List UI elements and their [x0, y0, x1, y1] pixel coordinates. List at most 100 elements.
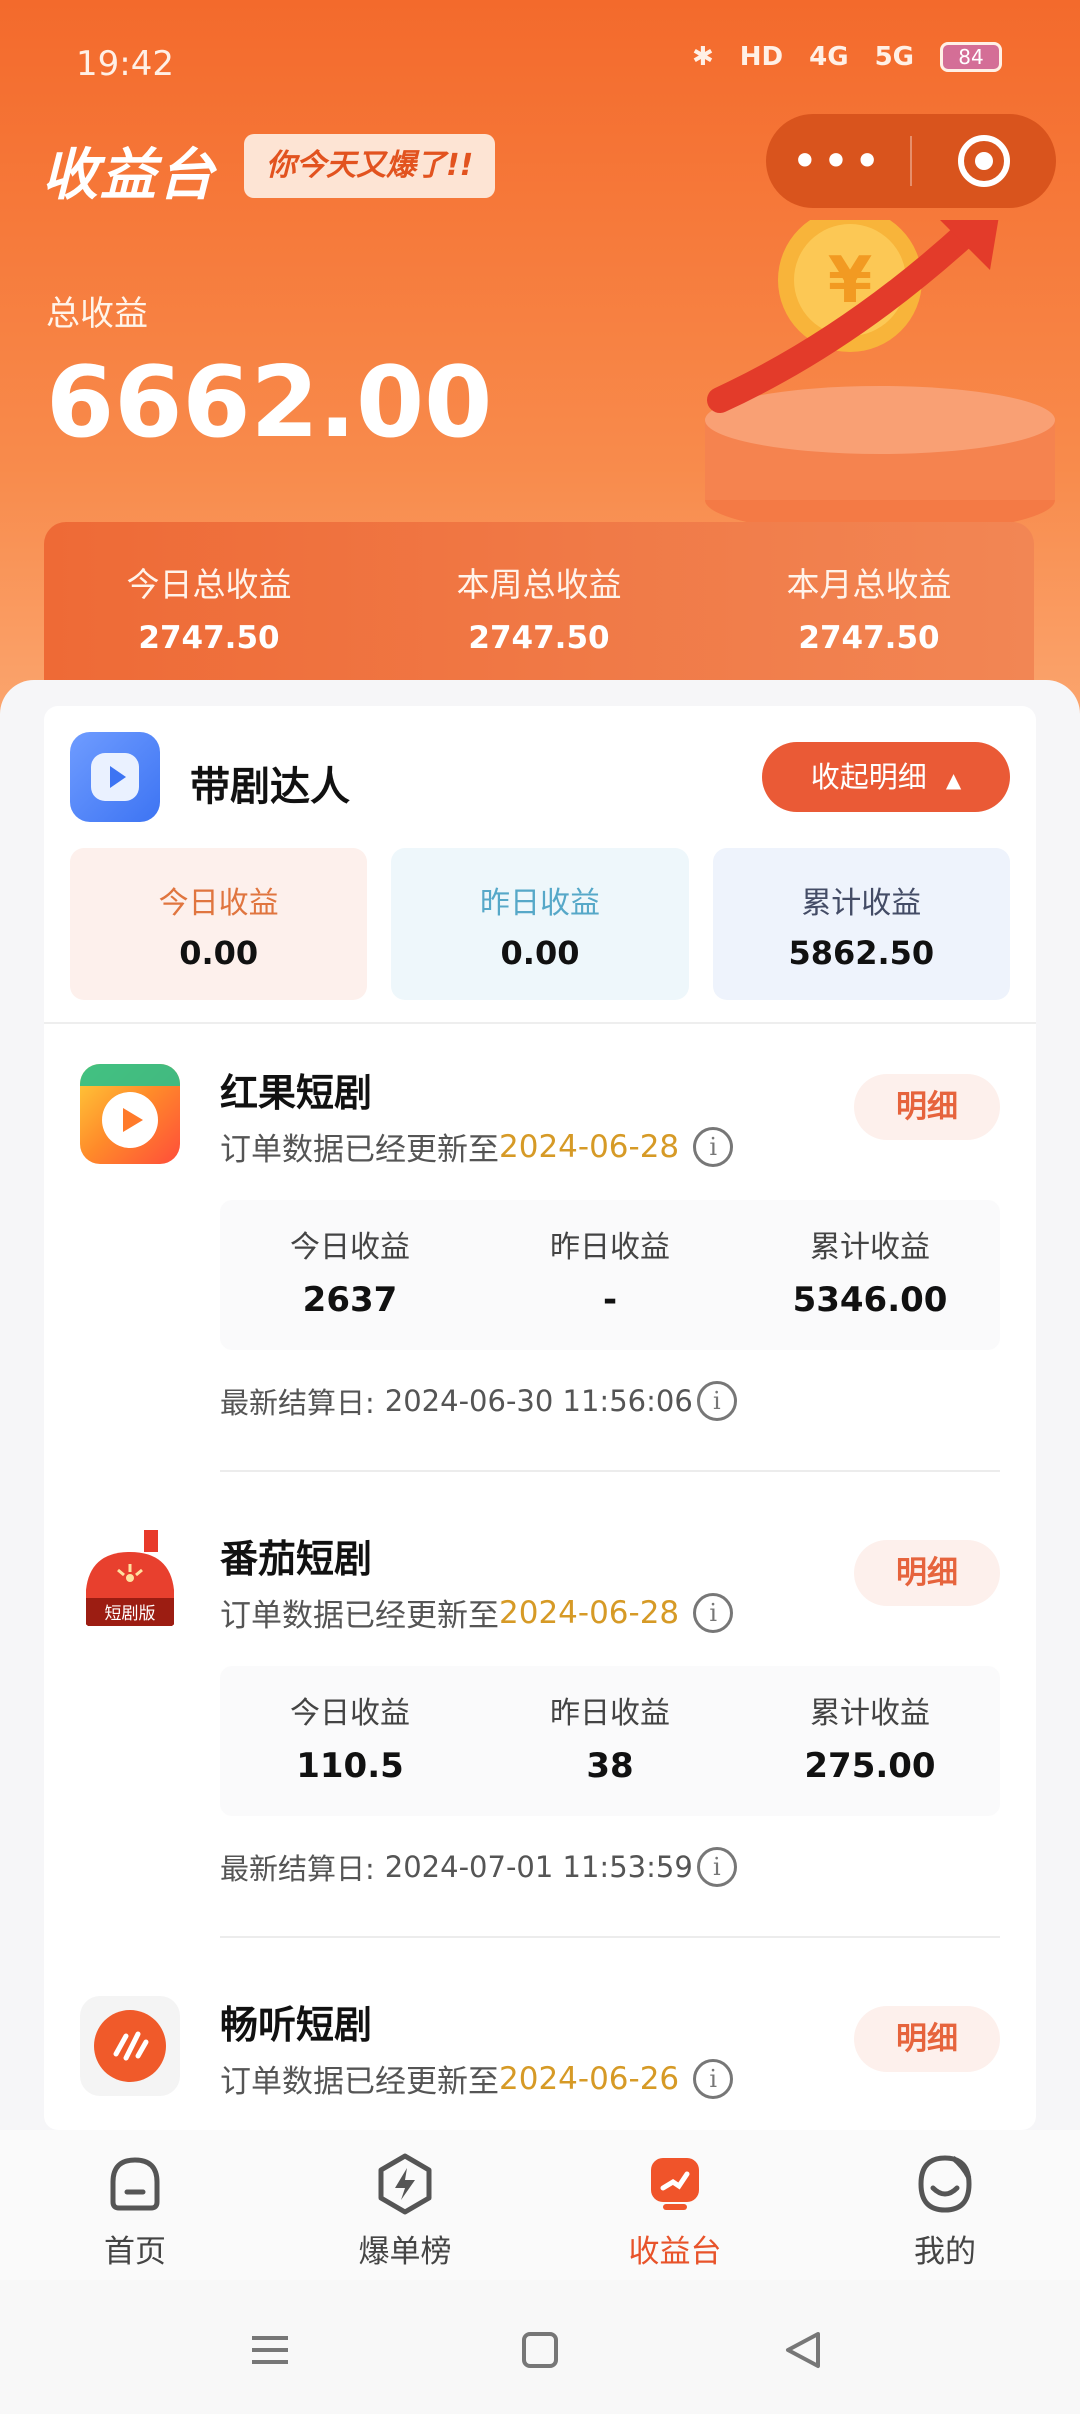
update-status: 订单数据已经更新至 2024-06-28 i: [220, 1590, 734, 1635]
hongguo-logo-icon: [80, 1064, 180, 1164]
stat-yesterday: 昨日收益 38: [480, 1666, 740, 1816]
stat-today: 今日收益 2637: [220, 1200, 480, 1350]
stat-label: 累计收益: [810, 1696, 930, 1731]
fanqie-logo-icon: 短剧版: [80, 1530, 180, 1630]
stat-value: 110.5: [296, 1746, 404, 1786]
stat-label: 今日收益: [290, 1230, 410, 1265]
stat-value: 38: [586, 1746, 634, 1786]
total-earnings-value: 6662.00: [46, 346, 493, 460]
stat-label: 累计收益: [801, 886, 922, 921]
platform-item-hongguo: 红果短剧 订单数据已经更新至 2024-06-28 i 明细 今日收益 2637…: [44, 1024, 1036, 1490]
settlement-date: 最新结算日: 2024-07-01 11:53:59 i: [220, 1846, 737, 1888]
settle-label: 最新结算日:: [220, 1386, 375, 1420]
play-app-icon: [70, 732, 160, 822]
detail-button[interactable]: 明细: [854, 2006, 1000, 2072]
tab-home[interactable]: 首页: [0, 2130, 270, 2280]
collapse-details-button[interactable]: 收起明细 ▲: [762, 742, 1010, 812]
info-icon[interactable]: i: [693, 1126, 734, 1167]
more-dots-icon[interactable]: •••: [766, 138, 910, 184]
update-date: 2024-06-28: [499, 1128, 680, 1165]
period-value: 2747.50: [798, 620, 940, 656]
stat-label: 昨日收益: [550, 1230, 670, 1265]
platform-name: 畅听短剧: [220, 2003, 373, 2047]
bolt-hexagon-icon: [378, 2153, 432, 2215]
stat-yesterday: 昨日收益 -: [480, 1200, 740, 1350]
info-icon[interactable]: i: [693, 2058, 734, 2099]
update-status: 订单数据已经更新至 2024-06-26 i: [220, 2056, 734, 2101]
update-prefix: 订单数据已经更新至: [220, 2064, 499, 2100]
tab-label: 收益台: [628, 2234, 722, 2270]
summary-stat-today: 今日收益 0.00: [70, 848, 368, 1000]
bluetooth-icon: ✱: [691, 42, 714, 72]
stat-today: 今日收益 110.5: [220, 1666, 480, 1816]
period-value: 2747.50: [138, 620, 280, 656]
caret-up-icon: ▲: [945, 768, 962, 792]
update-date: 2024-06-26: [499, 2060, 680, 2097]
platform-name: 番茄短剧: [220, 1537, 373, 1581]
status-time: 19:42: [76, 44, 174, 84]
status-bar: 19:42 ✱ HD 4G 5G 84: [0, 0, 1080, 120]
battery-icon: 84: [940, 42, 1002, 72]
detail-button[interactable]: 明细: [854, 1074, 1000, 1140]
stat-total: 累计收益 5346.00: [740, 1200, 1000, 1350]
hd-icon: HD: [739, 42, 784, 72]
tab-profile[interactable]: 我的: [810, 2130, 1080, 2280]
update-date: 2024-06-28: [499, 1594, 680, 1631]
platform-stats: 今日收益 2637 昨日收益 - 累计收益 5346.00: [220, 1200, 1000, 1350]
collapse-label: 收起明细: [810, 760, 927, 794]
stat-value: 5346.00: [792, 1280, 948, 1320]
platform-stats: 今日收益 110.5 昨日收益 38 累计收益 275.00: [220, 1666, 1000, 1816]
stat-value: 2637: [302, 1280, 398, 1320]
stat-label: 今日收益: [158, 886, 279, 921]
platform-item-fanqie: 短剧版 番茄短剧 订单数据已经更新至 2024-06-28 i 明细 今日收益 …: [44, 1490, 1036, 1956]
update-prefix: 订单数据已经更新至: [220, 1132, 499, 1168]
earnings-icon: [651, 2158, 699, 2210]
changting-logo-icon: [80, 1996, 180, 2096]
platform-item-changting: 畅听短剧 订单数据已经更新至 2024-06-26 i 明细: [44, 1956, 1036, 2130]
info-icon[interactable]: i: [696, 1381, 737, 1421]
app-title: 收益台: [42, 143, 216, 208]
close-target-button[interactable]: [912, 135, 1056, 187]
system-navigation-bar: [0, 2280, 1080, 2414]
stat-label: 累计收益: [810, 1230, 930, 1265]
detail-button[interactable]: 明细: [854, 1540, 1000, 1606]
summary-section: 带剧达人 收起明细 ▲ 今日收益 0.00 昨日收益 0.00 累计收益 586…: [44, 706, 1036, 1024]
tab-earnings[interactable]: 收益台: [540, 2130, 810, 2280]
divider: [220, 1936, 1000, 1938]
summary-stat-total: 累计收益 5862.50: [712, 848, 1010, 1000]
period-value: 2747.50: [468, 620, 610, 656]
period-label: 今日总收益: [126, 565, 292, 604]
stat-label: 今日收益: [290, 1696, 410, 1731]
stat-label: 昨日收益: [479, 886, 600, 921]
home-square-icon[interactable]: [510, 2320, 570, 2380]
tab-label: 首页: [104, 2234, 166, 2270]
period-week: 本周总收益 2747.50: [374, 522, 704, 702]
earnings-card: 带剧达人 收起明细 ▲ 今日收益 0.00 昨日收益 0.00 累计收益 586…: [44, 706, 1036, 2130]
back-triangle-icon[interactable]: [774, 2320, 834, 2380]
stat-total: 累计收益 275.00: [740, 1666, 1000, 1816]
bottom-tab-bar: 首页 爆单榜 收益台 我的: [0, 2130, 1080, 2280]
period-month: 本月总收益 2747.50: [704, 522, 1034, 702]
period-label: 本月总收益: [786, 565, 952, 604]
home-icon: [110, 2157, 160, 2211]
period-today: 今日总收益 2747.50: [44, 522, 374, 702]
update-status: 订单数据已经更新至 2024-06-28 i: [220, 1124, 734, 1169]
platform-name: 红果短剧: [220, 1071, 373, 1115]
fanqie-logo-text: 短剧版: [105, 1604, 156, 1624]
period-label: 本周总收益: [456, 565, 622, 604]
coin-podium-illustration: ¥: [705, 220, 1055, 534]
signal-4g-icon: 4G: [809, 42, 849, 72]
update-prefix: 订单数据已经更新至: [220, 1598, 499, 1634]
stat-value: 0.00: [500, 934, 580, 972]
info-icon[interactable]: i: [696, 1847, 737, 1887]
target-icon: [958, 135, 1010, 187]
menu-icon[interactable]: [240, 2320, 300, 2380]
settle-time: 2024-06-30 11:56:06: [384, 1384, 693, 1418]
slogan-badge: 你今天又爆了!!: [244, 134, 496, 198]
status-icons: ✱ HD 4G 5G 84: [692, 42, 1002, 72]
tab-ranking[interactable]: 爆单榜: [270, 2130, 540, 2280]
tab-label: 我的: [914, 2234, 976, 2270]
stat-value: 0.00: [179, 934, 259, 972]
info-icon[interactable]: i: [693, 1592, 734, 1633]
settle-time: 2024-07-01 11:53:59: [384, 1850, 693, 1884]
